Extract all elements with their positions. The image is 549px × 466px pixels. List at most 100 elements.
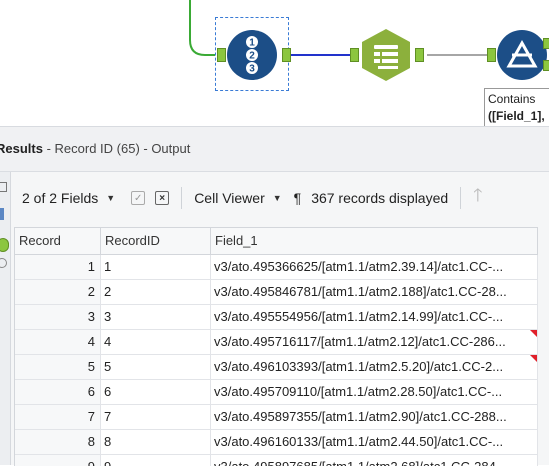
record-id-icon: 1 2 3	[246, 36, 258, 75]
table-row[interactable]: 5 5 v3/ato.496103393/[atm1.1/atm2.5.20]/at…	[15, 355, 538, 380]
checkbox-icon: ✓	[131, 191, 146, 205]
cell-field-1-text: v3/ato.495846781/[atm1.1/atm2.188]/atc1.…	[214, 284, 507, 299]
column-header-field-1[interactable]: Field_1	[211, 228, 538, 254]
table-row[interactable]: 7 7 v3/ato.495897355/[atm1.1/atm2.90]/atc1…	[15, 405, 538, 430]
toolbar-divider	[181, 187, 183, 209]
cell-field-1-text: v3/ato.495716117/[atm1.1/atm2.12]/atc1.C…	[214, 334, 506, 349]
close-box-icon: ×	[155, 191, 170, 205]
cell-field-1-text: v3/ato.495366625/[atm1.1/atm2.39.14]/atc…	[214, 259, 504, 274]
cell-recordid[interactable]: 5	[101, 355, 211, 379]
filter-true-anchor[interactable]	[543, 38, 549, 49]
cell-field-1-text: v3/ato.495897685/[atm1.1/atm2.68]/atc1.C…	[214, 459, 507, 466]
table-row[interactable]: 8 8 v3/ato.496160133/[atm1.1/atm2.44.50]/a…	[15, 430, 538, 455]
cell-record[interactable]: 7	[15, 405, 101, 429]
side-output-anchor-icon[interactable]	[0, 258, 7, 268]
cell-viewer-label: Cell Viewer	[194, 190, 265, 206]
cell-field-1[interactable]: v3/ato.495716117/[atm1.1/atm2.12]/atc1.C…	[211, 330, 538, 354]
filter-input-anchor[interactable]	[487, 48, 496, 62]
cell-field-1-text: v3/ato.495709110/[atm1.1/atm2.28.50]/atc…	[214, 384, 503, 399]
arrow-up-icon: 🡑	[473, 185, 483, 205]
cell-field-1[interactable]: v3/ato.495554956/[atm1.1/atm2.14.99]/atc…	[211, 305, 538, 329]
results-side-strip	[0, 172, 11, 465]
cell-field-1[interactable]: v3/ato.495846781/[atm1.1/atm2.188]/atc1.…	[211, 280, 538, 304]
cell-field-1[interactable]: v3/ato.496160133/[atm1.1/atm2.44.50]/atc…	[211, 430, 538, 454]
column-header-record[interactable]: Record	[15, 228, 101, 254]
filter-annotation: Contains ([Field_1],	[484, 88, 549, 126]
table-row[interactable]: 99v3/ato.495897685/[atm1.1/atm2.68]/atc1…	[15, 455, 538, 466]
filter-icon	[506, 39, 538, 68]
filter-false-anchor[interactable]	[543, 60, 549, 71]
cell-field-1[interactable]: v3/ato.495709110/[atm1.1/atm2.28.50]/atc…	[211, 380, 538, 404]
results-toolbar: 2 of 2 Fields ▼ ✓ × Cell Viewer ▼ ¶ 367 …	[14, 179, 549, 217]
records-count: 367 records displayed	[305, 183, 456, 213]
side-input-anchor-icon[interactable]	[0, 238, 9, 252]
cell-record[interactable]: 5	[15, 355, 101, 379]
workflow-canvas[interactable]: 1 2 3 Contains ([Field_1],	[0, 0, 549, 126]
annotation-line-2: ([Field_1],	[488, 109, 545, 123]
chevron-down-icon: ▼	[106, 193, 116, 203]
table-row[interactable]: 6 6 v3/ato.495709110/[atm1.1/atm2.28.50]/a…	[15, 380, 538, 405]
record-id-input-anchor[interactable]	[217, 48, 226, 62]
cell-record[interactable]: 3	[15, 305, 101, 329]
incoming-connection	[189, 0, 215, 56]
annotation-line-1: Contains	[488, 92, 536, 106]
cell-recordid[interactable]: 1	[101, 255, 211, 279]
select-output-anchor[interactable]	[415, 48, 424, 62]
results-title: Results	[0, 141, 43, 156]
truncation-flag-icon	[530, 355, 537, 362]
cell-record[interactable]: 9	[15, 455, 101, 466]
table-row[interactable]: 1 1 v3/ato.495366625/[atm1.1/atm2.39.14]/a…	[15, 255, 538, 280]
fields-dropdown-label: 2 of 2 Fields	[22, 190, 99, 206]
select-tool[interactable]	[359, 28, 413, 82]
record-id-tool[interactable]: 1 2 3	[227, 30, 277, 80]
cell-field-1-text: v3/ato.496160133/[atm1.1/atm2.44.50]/atc…	[214, 434, 504, 449]
cell-record[interactable]: 1	[15, 255, 101, 279]
cell-recordid[interactable]: 7	[101, 405, 211, 429]
record-id-glyph-2: 2	[249, 51, 255, 62]
select-input-anchor[interactable]	[350, 48, 359, 62]
toolbar-divider	[460, 187, 462, 209]
cell-field-1[interactable]: v3/ato.495897685/[atm1.1/atm2.68]/atc1.C…	[211, 455, 538, 466]
chevron-down-icon: ▼	[272, 193, 282, 203]
pilcrow-icon: ¶	[293, 190, 302, 206]
cell-recordid[interactable]: 3	[101, 305, 211, 329]
pilcrow-toggle[interactable]: ¶	[290, 183, 306, 213]
table-row[interactable]: 3 3 v3/ato.495554956/[atm1.1/atm2.14.99]/a…	[15, 305, 538, 330]
cell-viewer-dropdown[interactable]: Cell Viewer ▼	[186, 183, 289, 213]
scroll-up-button[interactable]: 🡑	[465, 183, 490, 213]
cell-field-1-text: v3/ato.496103393/[atm1.1/atm2.5.20]/atc1…	[214, 359, 504, 374]
grid-body: 1 1 v3/ato.495366625/[atm1.1/atm2.39.14]/a…	[15, 255, 538, 466]
column-header-recordid[interactable]: RecordID	[101, 228, 211, 254]
cell-recordid[interactable]: 8	[101, 430, 211, 454]
side-table-icon[interactable]	[0, 208, 4, 220]
cell-field-1-text: v3/ato.495554956/[atm1.1/atm2.14.99]/atc…	[214, 309, 504, 324]
cell-field-1[interactable]: v3/ato.496103393/[atm1.1/atm2.5.20]/atc1…	[211, 355, 538, 379]
record-id-output-anchor[interactable]	[282, 48, 291, 62]
cell-recordid[interactable]: 6	[101, 380, 211, 404]
uncheck-all-button[interactable]: ×	[153, 183, 177, 213]
cell-record[interactable]: 6	[15, 380, 101, 404]
cell-field-1[interactable]: v3/ato.495366625/[atm1.1/atm2.39.14]/atc…	[211, 255, 538, 279]
results-header: Results - Record ID (65) - Output	[0, 127, 549, 172]
table-row[interactable]: 4 4 v3/ato.495716117/[atm1.1/atm2.12]/atc1…	[15, 330, 538, 355]
check-all-button[interactable]: ✓	[123, 183, 153, 213]
cell-field-1[interactable]: v3/ato.495897355/[atm1.1/atm2.90]/atc1.C…	[211, 405, 538, 429]
results-grid[interactable]: Record RecordID Field_1 1 1 v3/ato.4953666…	[14, 227, 538, 466]
fields-dropdown[interactable]: 2 of 2 Fields ▼	[14, 183, 123, 213]
cell-record[interactable]: 2	[15, 280, 101, 304]
record-id-glyph-3: 3	[249, 64, 255, 75]
cell-field-1-text: v3/ato.495897355/[atm1.1/atm2.90]/atc1.C…	[214, 409, 507, 424]
cell-recordid[interactable]: 4	[101, 330, 211, 354]
cell-recordid[interactable]: 2	[101, 280, 211, 304]
filter-tool[interactable]	[497, 30, 547, 80]
cell-record[interactable]: 4	[15, 330, 101, 354]
record-id-glyph-1: 1	[249, 38, 255, 49]
table-row[interactable]: 2 2 v3/ato.495846781/[atm1.1/atm2.188]/atc…	[15, 280, 538, 305]
side-grid-icon[interactable]	[0, 182, 7, 192]
truncation-flag-icon	[530, 330, 537, 337]
results-subtitle: - Record ID (65) - Output	[42, 141, 191, 156]
cell-recordid[interactable]: 9	[101, 455, 211, 466]
grid-header: Record RecordID Field_1	[15, 228, 538, 255]
cell-record[interactable]: 8	[15, 430, 101, 454]
results-window: Results - Record ID (65) - Output 2 of 2…	[0, 126, 549, 466]
